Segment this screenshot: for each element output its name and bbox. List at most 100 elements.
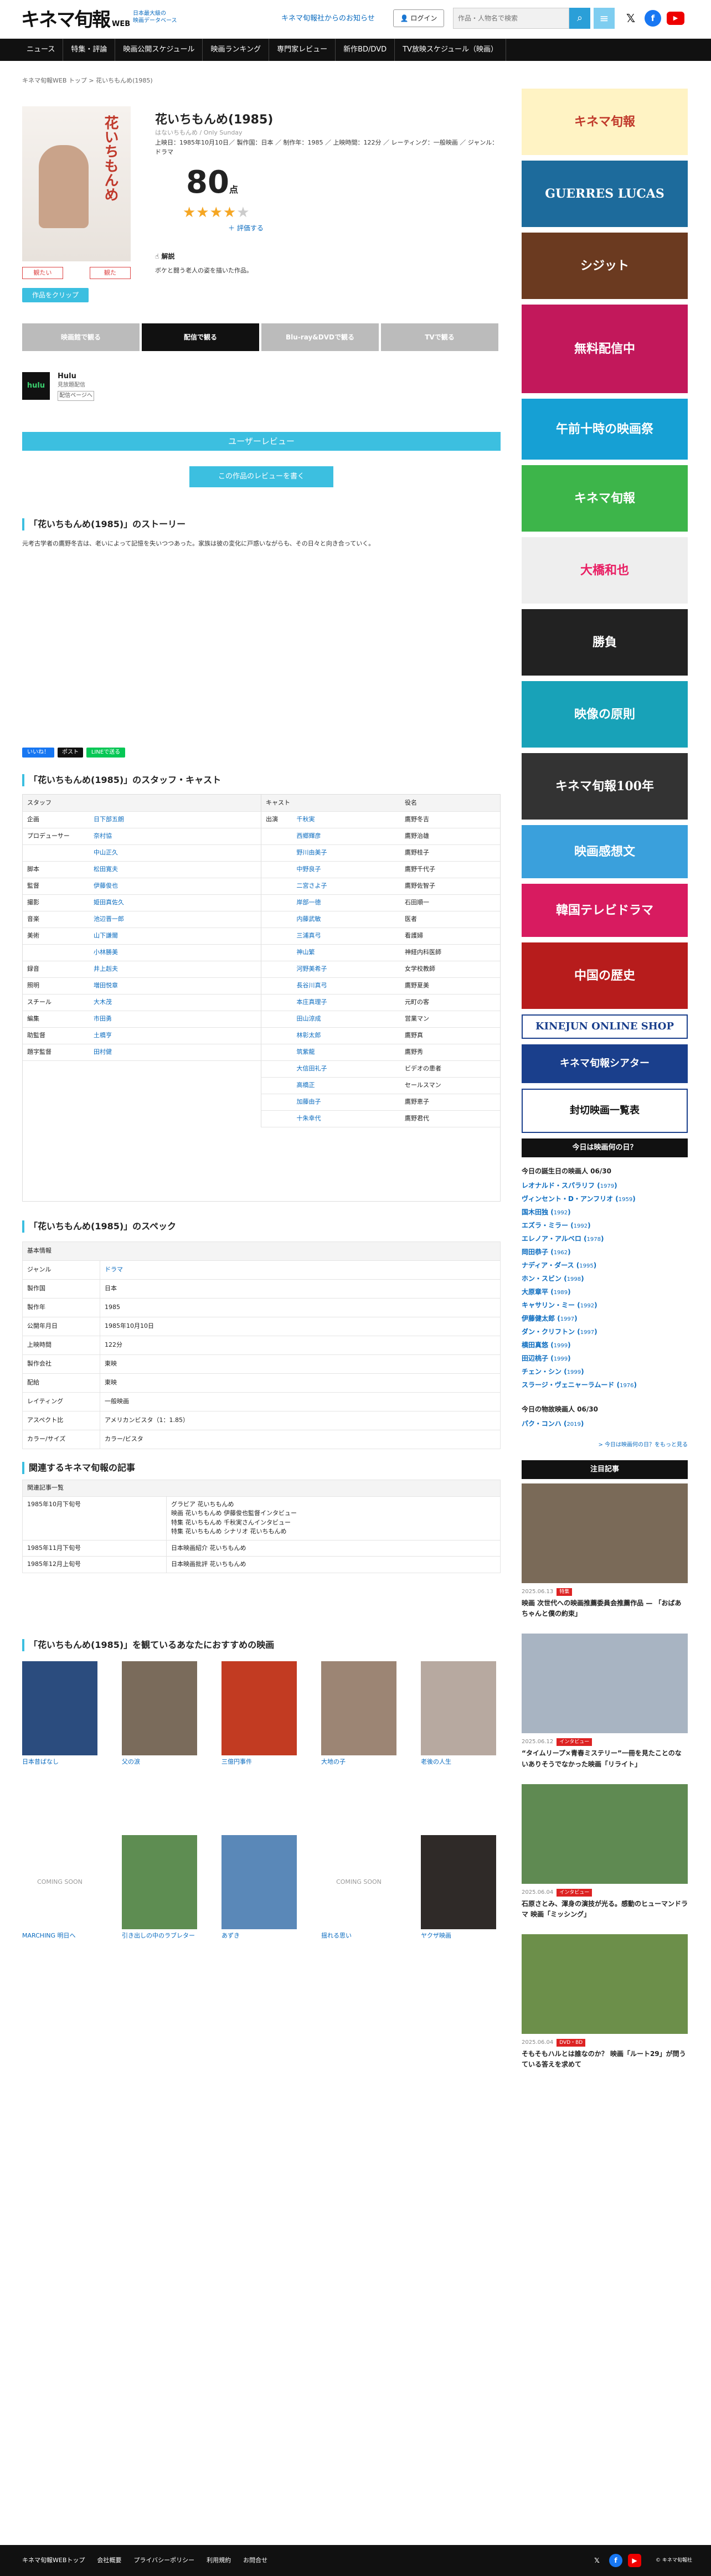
cast-name[interactable]: 高橋正 xyxy=(292,1077,400,1094)
nav-item[interactable]: 新作BD/DVD xyxy=(336,39,395,61)
sidebar-ad[interactable]: 映像の原則 xyxy=(522,681,688,748)
youtube-icon[interactable]: ▶ xyxy=(667,12,684,25)
sidebar-ad[interactable]: キネマ旬報 xyxy=(522,465,688,532)
rec-item[interactable]: 日本昔ばなし xyxy=(22,1661,97,1766)
sidebar-ad[interactable]: キネマ旬報 xyxy=(522,89,688,155)
person-item[interactable]: キャサリン・ミー (1992) xyxy=(522,1299,688,1312)
sidebar-ad[interactable]: キネマ旬報シアター xyxy=(522,1044,688,1083)
cast-name[interactable]: 加藤由子 xyxy=(292,1094,400,1111)
rec-poster[interactable] xyxy=(122,1661,197,1755)
facebook-icon[interactable]: f xyxy=(609,2554,622,2567)
rec-title[interactable]: 揺れる思い xyxy=(321,1931,396,1940)
staff-name[interactable]: 大木茂 xyxy=(89,994,261,1011)
cast-name[interactable]: 十朱幸代 xyxy=(292,1110,400,1127)
article-titles[interactable]: グラビア 花いちもんめ 映画 花いちもんめ 伊藤俊也監督インタビュー 特集 花い… xyxy=(166,1496,501,1541)
notice-link[interactable]: キネマ旬報社からのお知らせ xyxy=(281,13,375,24)
cast-name[interactable]: 林彰太郎 xyxy=(292,1027,400,1044)
x-icon[interactable]: 𝕏 xyxy=(590,2554,604,2567)
rec-title[interactable]: 父の涙 xyxy=(122,1758,197,1766)
sidebar-ad[interactable]: KINEJUN ONLINE SHOP xyxy=(522,1014,688,1039)
rec-poster[interactable] xyxy=(22,1661,97,1755)
rec-poster[interactable] xyxy=(321,1661,396,1755)
cast-name[interactable]: 岸部一徳 xyxy=(292,894,400,911)
cast-name[interactable]: 三浦真弓 xyxy=(292,928,400,945)
rec-title[interactable]: MARCHING 明日へ xyxy=(22,1931,97,1940)
sidebar-ad[interactable]: キネマ旬報100年 xyxy=(522,753,688,820)
article-titles[interactable]: 日本映画紹介 花いちもんめ xyxy=(166,1539,501,1557)
staff-name[interactable]: 池辺晋一郎 xyxy=(89,911,261,928)
featured-image[interactable] xyxy=(522,1784,688,1884)
cast-name[interactable]: 内藤武敏 xyxy=(292,911,400,928)
youtube-icon[interactable]: ▶ xyxy=(628,2554,641,2567)
rec-poster[interactable]: COMING SOON xyxy=(321,1835,396,1929)
hulu-logo[interactable]: hulu xyxy=(22,372,50,400)
person-name[interactable]: ヴィンセント・D・アンフリオ xyxy=(522,1195,613,1203)
staff-name[interactable]: 山下謙爾 xyxy=(89,928,261,945)
search-button[interactable]: ⌕ xyxy=(569,8,590,29)
x-icon[interactable]: 𝕏 xyxy=(622,10,639,27)
person-item[interactable]: スラージ・ヴェニャーラムード (1976) xyxy=(522,1379,688,1392)
person-item[interactable]: ダン・クリフトン (1997) xyxy=(522,1326,688,1339)
rec-item[interactable]: 老後の人生 xyxy=(421,1661,496,1766)
rec-title[interactable]: あずき xyxy=(221,1931,297,1940)
spec-value[interactable]: ドラマ xyxy=(100,1260,501,1280)
search-input[interactable] xyxy=(453,8,569,29)
cast-name[interactable]: 西郷輝彦 xyxy=(292,828,400,845)
person-name[interactable]: レオナルド・スパラリフ xyxy=(522,1182,595,1189)
staff-name[interactable]: 増田悦章 xyxy=(89,977,261,995)
person-item[interactable]: 大原章平 (1989) xyxy=(522,1286,688,1299)
staff-name[interactable]: 井上赳夫 xyxy=(89,961,261,978)
person-name[interactable]: チェン・シン xyxy=(522,1368,561,1375)
nav-item[interactable]: 映画公開スケジュール xyxy=(115,39,203,61)
cast-name[interactable]: 二宮さよ子 xyxy=(292,878,400,895)
featured-title[interactable]: 石原さとみ、渾身の演技が光る。感動のヒューマンドラマ 映画「ミッシング」 xyxy=(522,1899,688,1920)
staff-name[interactable]: 小林勝美 xyxy=(89,944,261,961)
staff-name[interactable]: 田村健 xyxy=(89,1044,261,1061)
rec-item[interactable]: 大地の子 xyxy=(321,1661,396,1766)
person-name[interactable]: 横田真悠 xyxy=(522,1341,548,1349)
login-button[interactable]: 👤 ログイン xyxy=(393,9,444,27)
nav-item[interactable]: TV放映スケジュール（映画） xyxy=(395,39,507,61)
person-name[interactable]: 大原章平 xyxy=(522,1288,548,1296)
featured-article[interactable]: 2025.06.12 インタビュー “タイムリープ×青春ミステリー”一冊を見たことの… xyxy=(522,1634,688,1769)
fb-like-button[interactable]: いいね！ xyxy=(22,748,54,758)
person-item[interactable]: パク・コンハ (2019) xyxy=(522,1418,688,1431)
watch-tab[interactable]: 配信で観る xyxy=(142,323,259,351)
person-name[interactable]: 伊藤健太郎 xyxy=(522,1315,555,1322)
featured-image[interactable] xyxy=(522,1483,688,1583)
staff-name[interactable]: 中山正久 xyxy=(89,844,261,862)
person-item[interactable]: チェン・シン (1999) xyxy=(522,1366,688,1379)
featured-article[interactable]: 2025.06.04 DVD・BD そもそもハルとは誰なのか？ 映画「ルート29」が… xyxy=(522,1934,688,2070)
write-review-button[interactable]: この作品のレビューを書く xyxy=(189,466,333,487)
rec-title[interactable]: ヤクザ映画 xyxy=(421,1931,496,1940)
cast-name[interactable]: 本庄真理子 xyxy=(292,994,400,1011)
person-item[interactable]: ホン・スビン (1998) xyxy=(522,1272,688,1286)
rec-title[interactable]: 老後の人生 xyxy=(421,1758,496,1766)
rec-item[interactable]: あずき xyxy=(221,1835,297,1940)
person-item[interactable]: レオナルド・スパラリフ (1979) xyxy=(522,1179,688,1193)
rec-poster[interactable] xyxy=(221,1835,297,1929)
cast-name[interactable]: 河野美希子 xyxy=(292,961,400,978)
person-name[interactable]: スラージ・ヴェニャーラムード xyxy=(522,1381,614,1389)
person-item[interactable]: 横田真悠 (1999) xyxy=(522,1339,688,1352)
staff-name[interactable]: 市田勇 xyxy=(89,1011,261,1028)
sidebar-ad[interactable]: 午前十時の映画祭 xyxy=(522,399,688,460)
cast-name[interactable]: 大信田礼子 xyxy=(292,1060,400,1078)
article-titles[interactable]: 日本映画批評 花いちもんめ xyxy=(166,1556,501,1573)
staff-name[interactable]: 松田寛夫 xyxy=(89,861,261,878)
rec-item[interactable]: COMING SOON MARCHING 明日へ xyxy=(22,1835,97,1940)
person-name[interactable]: 岡田恭子 xyxy=(522,1248,548,1256)
person-item[interactable]: エレノア・アルベロ (1978) xyxy=(522,1233,688,1246)
staff-name[interactable]: 伊藤俊也 xyxy=(89,878,261,895)
footer-link[interactable]: 利用規約 xyxy=(207,2556,231,2565)
sidebar-ad[interactable]: 大橋和也 xyxy=(522,537,688,604)
sidebar-ad[interactable]: 韓国テレビドラマ xyxy=(522,884,688,937)
nav-item[interactable]: 特集・評論 xyxy=(63,39,116,61)
cast-name[interactable]: 千秋実 xyxy=(292,811,400,828)
seen-button[interactable]: 観た xyxy=(90,267,131,279)
breadcrumb[interactable]: キネマ旬報WEB トップ > 花いちもんめ(1985) xyxy=(22,76,501,89)
featured-article[interactable]: 2025.06.13 特集 映画 次世代への映画推薦委員会推薦作品 — 「おばあちゃ… xyxy=(522,1483,688,1619)
watch-tab[interactable]: 映画館で観る xyxy=(22,323,140,351)
footer-link[interactable]: 会社概要 xyxy=(97,2556,121,2565)
rec-title[interactable]: 大地の子 xyxy=(321,1758,396,1766)
